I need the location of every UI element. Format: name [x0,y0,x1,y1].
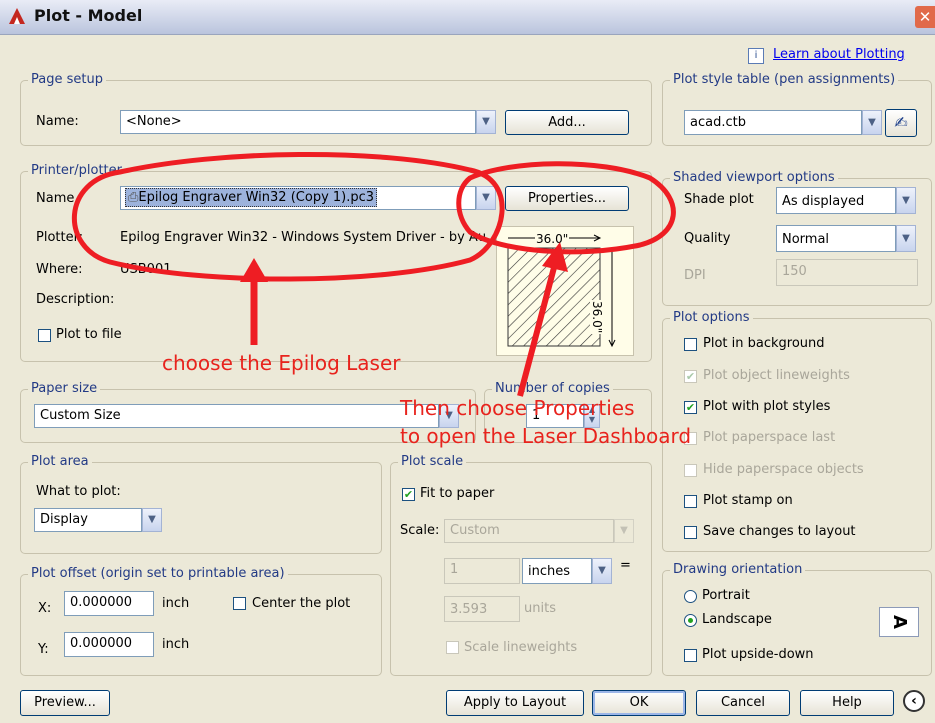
annotation-properties-line1: Then choose Properties [400,396,635,420]
annotation-choose-laser: choose the Epilog Laser [162,351,401,375]
annotation-scribbles [72,151,676,397]
annotation-properties-line2: to open the Laser Dashboard [400,424,692,448]
